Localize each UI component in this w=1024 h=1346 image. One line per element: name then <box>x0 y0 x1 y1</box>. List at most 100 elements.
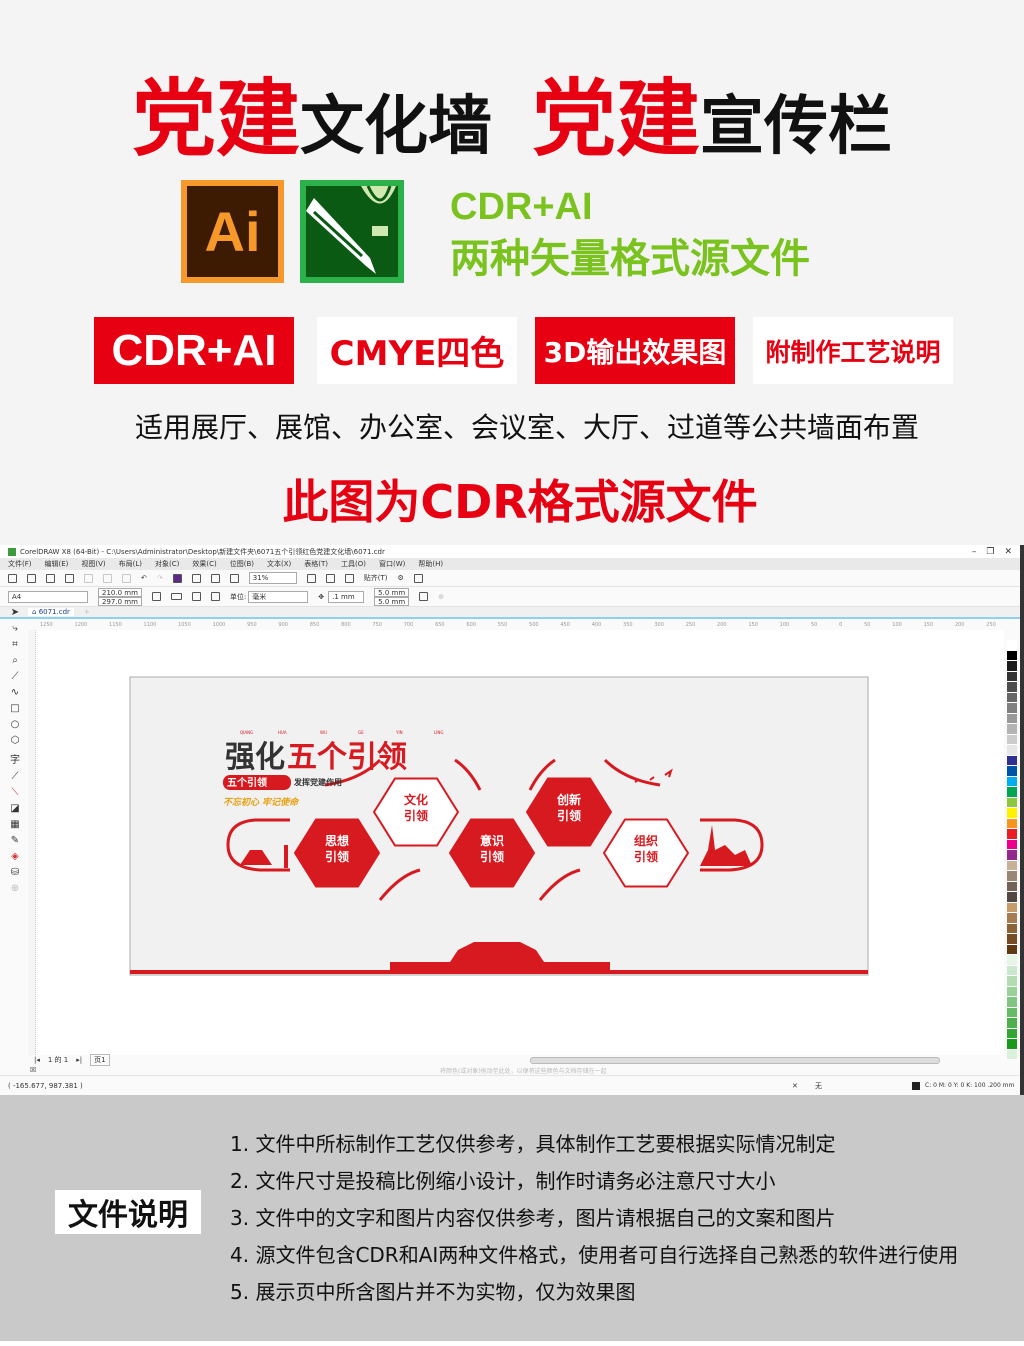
menu-item[interactable]: 对象(C) <box>155 559 179 569</box>
parallel-dimension-icon[interactable]: ⟋ <box>12 771 19 782</box>
menu-item[interactable]: 编辑(E) <box>45 559 69 569</box>
palette-swatch[interactable] <box>1007 923 1017 934</box>
color-palette[interactable] <box>1007 640 1017 1060</box>
palette-swatch[interactable] <box>1007 829 1017 840</box>
tab-6071[interactable]: ⌂ 6071.cdr <box>28 608 74 616</box>
page-height-field[interactable]: 297.0 mm <box>98 596 142 606</box>
snap-dropdown[interactable]: 贴齐(T) <box>364 573 388 583</box>
palette-swatch[interactable] <box>1007 745 1017 756</box>
page-frame-icon[interactable] <box>419 592 429 601</box>
palette-swatch[interactable] <box>1007 871 1017 882</box>
zoom-tool-icon[interactable]: ⌕ <box>12 655 18 666</box>
minimize-icon[interactable]: – <box>972 547 977 557</box>
grid-icon[interactable] <box>344 573 354 583</box>
palette-swatch[interactable] <box>1007 661 1017 672</box>
palette-swatch[interactable] <box>1007 808 1017 819</box>
connector-tool-icon[interactable]: ⟍ <box>12 787 19 798</box>
palette-swatch[interactable] <box>1007 997 1017 1008</box>
last-page-icon[interactable]: ▸| <box>76 1056 82 1064</box>
gear-icon[interactable]: ⚙ <box>398 574 404 582</box>
menu-item[interactable]: 布局(L) <box>119 559 142 569</box>
menu-item[interactable]: 表格(T) <box>304 559 328 569</box>
vertical-ruler[interactable] <box>28 630 36 1055</box>
full-screen-icon[interactable] <box>306 573 316 583</box>
rectangle-tool-icon[interactable]: □ <box>10 703 19 714</box>
palette-swatch[interactable] <box>1007 787 1017 798</box>
cut-icon[interactable] <box>84 573 93 583</box>
artistic-media-icon[interactable]: ∿ <box>11 687 19 698</box>
palette-swatch[interactable] <box>1007 850 1017 861</box>
corel-connect-icon[interactable] <box>172 573 182 583</box>
print-icon[interactable] <box>65 573 74 583</box>
no-color-swatch[interactable]: ☒ <box>30 1066 36 1074</box>
menu-item[interactable]: 文件(F) <box>8 559 32 569</box>
menu-item[interactable]: 窗口(W) <box>379 559 405 569</box>
menu-item[interactable]: 效果(C) <box>192 559 216 569</box>
landscape-icon[interactable] <box>170 593 182 600</box>
launch-icon[interactable] <box>413 573 423 583</box>
palette-swatch[interactable] <box>1007 902 1017 913</box>
palette-swatch[interactable] <box>1007 892 1017 903</box>
interactive-fill-icon[interactable]: ◈ <box>11 851 19 862</box>
pick-tool-icon[interactable]: ➤ <box>11 607 19 618</box>
page-width-field[interactable]: 210.0 mm <box>98 587 142 597</box>
crop-tool-icon[interactable]: ⌗ <box>12 639 18 650</box>
unit-select[interactable]: 毫米 <box>248 590 309 603</box>
palette-swatch[interactable] <box>1007 755 1017 766</box>
polygon-tool-icon[interactable]: ⬡ <box>11 735 20 746</box>
redo-icon[interactable]: ↷ <box>157 574 163 582</box>
palette-swatch[interactable] <box>1007 881 1017 892</box>
palette-swatch[interactable] <box>1007 703 1017 714</box>
palette-swatch[interactable] <box>1007 986 1017 997</box>
palette-swatch[interactable] <box>1007 692 1017 703</box>
undo-icon[interactable]: ↶ <box>141 574 147 582</box>
portrait-icon[interactable] <box>151 592 161 601</box>
paste-icon[interactable] <box>122 573 131 583</box>
palette-swatch[interactable] <box>1007 818 1017 829</box>
palette-swatch[interactable] <box>1007 944 1017 955</box>
zoom-level-field[interactable]: 31% <box>248 572 297 584</box>
palette-swatch[interactable] <box>1007 1007 1017 1018</box>
palette-swatch[interactable] <box>1007 713 1017 724</box>
palette-swatch[interactable] <box>1007 734 1017 745</box>
freehand-tool-icon[interactable]: ⟋ <box>12 671 19 682</box>
duplicate-y-field[interactable]: 5.0 mm <box>374 596 410 606</box>
palette-swatch[interactable] <box>1007 776 1017 787</box>
palette-swatch[interactable] <box>1007 1039 1017 1050</box>
text-tool-icon[interactable]: 字 <box>10 751 20 766</box>
export-icon[interactable] <box>210 573 220 583</box>
add-icon[interactable]: ⊕ <box>438 593 444 601</box>
palette-swatch[interactable] <box>1007 640 1017 651</box>
restore-icon[interactable]: ❐ <box>986 547 994 557</box>
palette-swatch[interactable] <box>1007 955 1017 966</box>
eyedropper-icon[interactable]: ✎ <box>11 835 19 846</box>
duplicate-x-field[interactable]: 5.0 mm <box>374 587 410 597</box>
drawing-canvas[interactable]: 思想 引领 文化 引领 意识 引领 创新 引领 组织 引领 强化 五个引领 QIANG HUA WU G… <box>36 630 1004 1055</box>
menu-item[interactable]: 位图(B) <box>230 559 254 569</box>
all-pages-icon[interactable] <box>191 592 201 601</box>
copy-icon[interactable] <box>103 573 112 583</box>
palette-swatch[interactable] <box>1007 839 1017 850</box>
transparency-icon[interactable]: ▦ <box>10 819 19 830</box>
menu-item[interactable]: 工具(O) <box>341 559 366 569</box>
first-page-icon[interactable]: |◂ <box>34 1056 40 1064</box>
current-page-icon[interactable] <box>210 592 220 601</box>
palette-swatch[interactable] <box>1007 650 1017 661</box>
palette-swatch[interactable] <box>1007 965 1017 976</box>
menu-item[interactable]: 帮助(H) <box>418 559 443 569</box>
page-size-select[interactable]: A4 <box>8 590 88 603</box>
horizontal-scrollbar[interactable] <box>530 1056 940 1064</box>
menu-item[interactable]: 视图(V) <box>81 559 105 569</box>
palette-swatch[interactable] <box>1007 671 1017 682</box>
smart-fill-icon[interactable]: ⛁ <box>11 867 19 878</box>
palette-swatch[interactable] <box>1007 976 1017 987</box>
palette-swatch[interactable] <box>1007 934 1017 945</box>
palette-swatch[interactable] <box>1007 682 1017 693</box>
import-icon[interactable] <box>191 573 201 583</box>
ellipse-tool-icon[interactable]: ○ <box>11 719 20 730</box>
drop-shadow-icon[interactable]: ◪ <box>10 803 19 814</box>
palette-swatch[interactable] <box>1007 1018 1017 1029</box>
close-icon[interactable]: ✕ <box>1004 547 1012 557</box>
palette-swatch[interactable] <box>1007 913 1017 924</box>
shape-tool-icon[interactable]: ⤷ <box>12 623 18 634</box>
